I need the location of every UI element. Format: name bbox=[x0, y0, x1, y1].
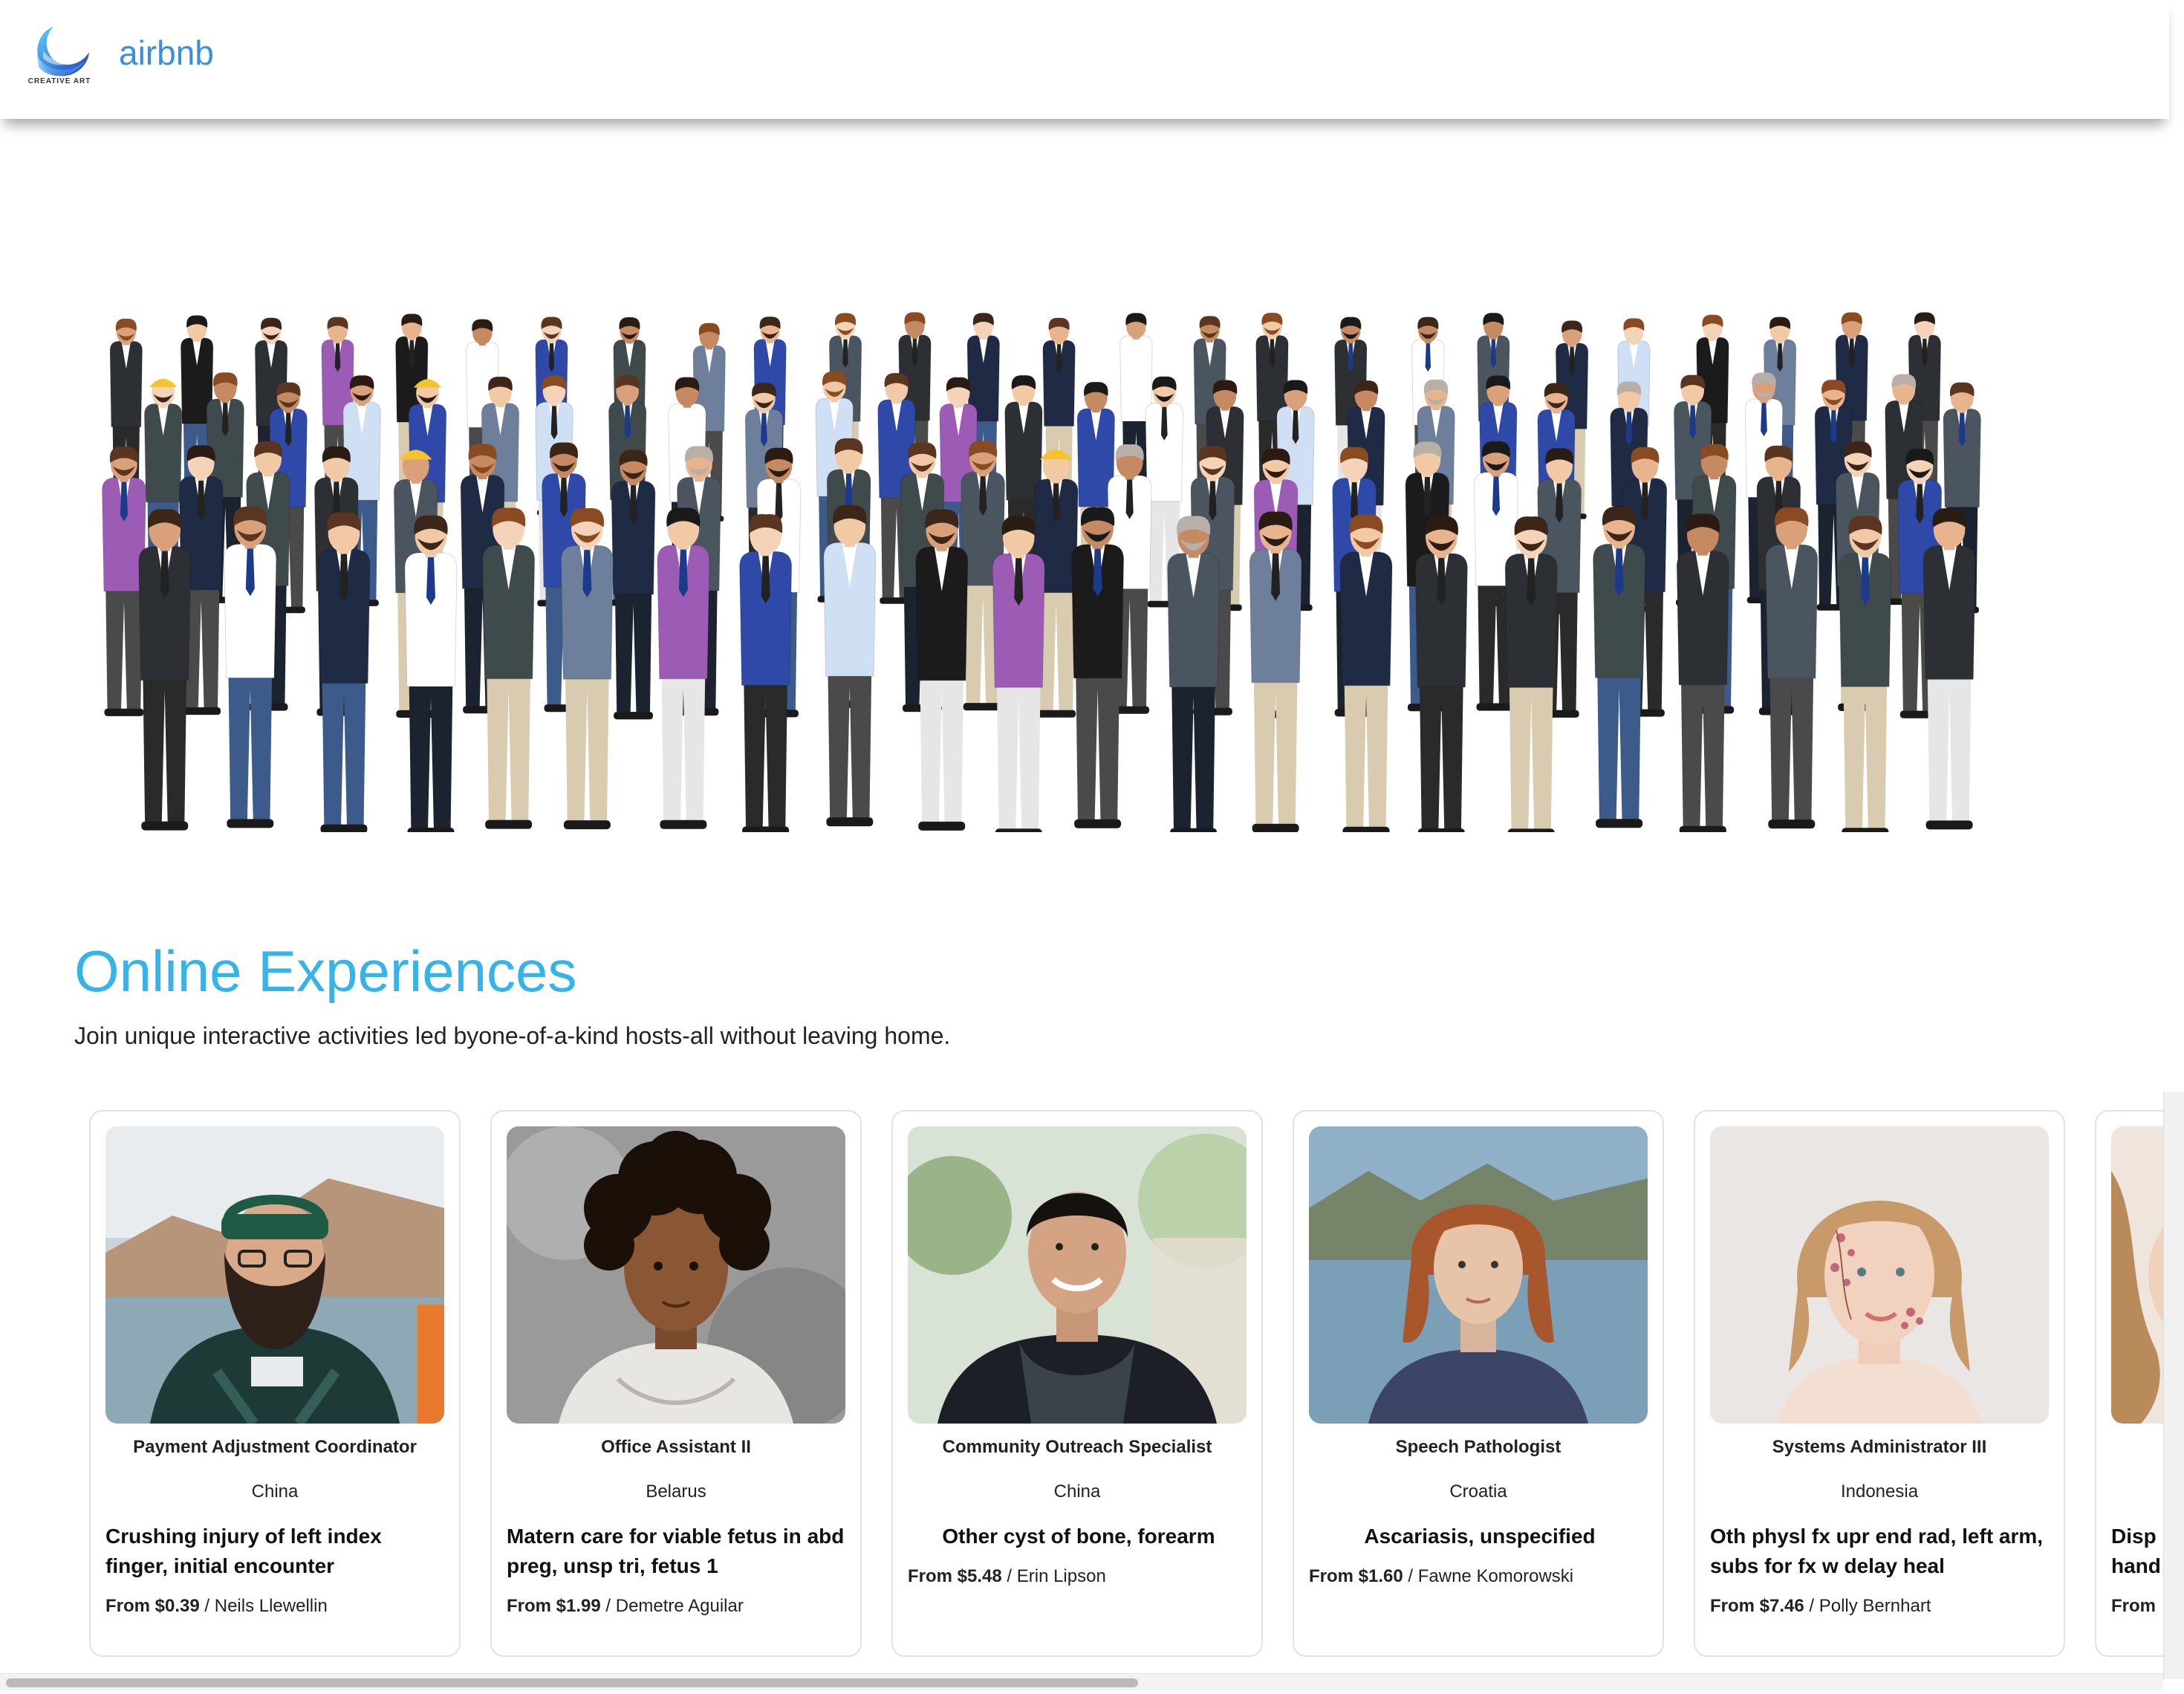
experience-card[interactable]: Payment Adjustment Coordinator China Cru… bbox=[89, 1110, 461, 1657]
card-title[interactable]: Matern care for viable fetus in abd preg… bbox=[507, 1522, 848, 1581]
crowd-person bbox=[823, 504, 877, 827]
card-country: Indonesia bbox=[1840, 1482, 1919, 1502]
card-price-line: From $5.48 / Erin Lipson bbox=[908, 1566, 1106, 1587]
card-host-role: Office Assistant II bbox=[601, 1437, 751, 1457]
card-photo[interactable] bbox=[908, 1126, 1247, 1424]
card-photo[interactable] bbox=[2111, 1126, 2163, 1424]
card-photo[interactable] bbox=[1710, 1126, 2049, 1424]
card-host-role: Community Outreach Specialist bbox=[942, 1437, 1212, 1457]
card-host-name: / Demetre Aguilar bbox=[600, 1596, 744, 1616]
crowd-person bbox=[317, 512, 371, 834]
crowd-person bbox=[138, 509, 192, 831]
crowd-person bbox=[1071, 507, 1125, 828]
experiences-carousel[interactable]: Payment Adjustment Coordinator China Cru… bbox=[0, 1107, 2163, 1672]
card-host-name: / Polly Bernhart bbox=[1804, 1596, 1931, 1616]
crowd-person bbox=[1167, 516, 1221, 837]
crowd-person bbox=[560, 507, 614, 830]
card-price-line: From bbox=[2111, 1596, 2156, 1617]
vertical-scrollbar[interactable] bbox=[2163, 1092, 2184, 1679]
crowd-person bbox=[1249, 511, 1302, 833]
card-price: From $5.48 bbox=[908, 1566, 1002, 1586]
experience-card[interactable]: Disp hand From bbox=[2095, 1110, 2163, 1657]
logo-caption: CREATIVE ART bbox=[27, 77, 91, 85]
card-photo[interactable] bbox=[507, 1126, 845, 1424]
card-host-role: Speech Pathologist bbox=[1395, 1437, 1561, 1457]
crowd-person bbox=[992, 516, 1045, 838]
card-price-line: From $7.46 / Polly Bernhart bbox=[1710, 1596, 1931, 1617]
card-title[interactable]: Ascariasis, unspecified bbox=[1309, 1522, 1651, 1551]
crowd-person bbox=[915, 509, 969, 831]
experience-card[interactable]: Systems Administrator III Indonesia Oth … bbox=[1694, 1110, 2065, 1657]
section-title: Online Experiences bbox=[74, 938, 577, 1004]
crowd-person bbox=[1923, 508, 1976, 830]
card-price-line: From $1.99 / Demetre Aguilar bbox=[507, 1596, 744, 1617]
card-country: Belarus bbox=[646, 1482, 706, 1502]
experience-card[interactable]: Community Outreach Specialist China Othe… bbox=[891, 1110, 1263, 1657]
crowd-person bbox=[1504, 516, 1558, 838]
crowd-person bbox=[1593, 506, 1646, 828]
carousel-scrollbar[interactable] bbox=[0, 1673, 2163, 1691]
card-price-line: From $0.39 / Neils Llewellin bbox=[105, 1596, 328, 1617]
crowd-person bbox=[1839, 515, 1892, 837]
card-price: From $1.60 bbox=[1309, 1566, 1403, 1586]
card-price: From $7.46 bbox=[1710, 1596, 1804, 1616]
card-country: Croatia bbox=[1449, 1482, 1507, 1502]
card-host-name: / Neils Llewellin bbox=[199, 1596, 328, 1616]
experience-card[interactable]: Speech Pathologist Croatia Ascariasis, u… bbox=[1293, 1110, 1664, 1657]
crowd-person bbox=[1339, 514, 1393, 836]
card-price: From $1.99 bbox=[507, 1596, 601, 1616]
crowd-person bbox=[1676, 513, 1729, 835]
crowd-person bbox=[404, 515, 458, 837]
card-host-name: / Erin Lipson bbox=[1001, 1566, 1106, 1586]
top-navbar: CREATIVE ART airbnb bbox=[0, 0, 2169, 119]
section-subtitle: Join unique interactive activities led b… bbox=[74, 1022, 951, 1049]
card-country: China bbox=[251, 1482, 299, 1502]
card-price: From bbox=[2111, 1596, 2156, 1616]
card-photo[interactable] bbox=[1309, 1126, 1648, 1424]
card-title[interactable]: Oth physl fx upr end rad, left arm, subs… bbox=[1710, 1522, 2052, 1581]
crowd-person bbox=[657, 507, 710, 829]
brand-name[interactable]: airbnb bbox=[119, 33, 214, 73]
card-host-name: / Fawne Komorowski bbox=[1403, 1566, 1574, 1586]
card-price: From $0.39 bbox=[105, 1596, 200, 1616]
card-photo[interactable] bbox=[105, 1126, 444, 1424]
card-title[interactable]: Other cyst of bone, forearm bbox=[908, 1522, 1249, 1551]
crowd-person bbox=[611, 450, 656, 720]
crowd-person bbox=[739, 513, 793, 836]
card-country: China bbox=[1053, 1482, 1101, 1502]
crowd-person bbox=[224, 507, 277, 828]
card-host-role: Payment Adjustment Coordinator bbox=[133, 1437, 417, 1457]
crowd-person bbox=[1414, 516, 1468, 838]
hero-crowd-image bbox=[97, 290, 2013, 838]
card-price-line: From $1.60 / Fawne Komorowski bbox=[1309, 1566, 1573, 1587]
card-host-role: Systems Administrator III bbox=[1772, 1437, 1987, 1457]
card-title[interactable]: Crushing injury of left index finger, in… bbox=[105, 1522, 447, 1581]
card-title[interactable]: Disp hand bbox=[2111, 1522, 2161, 1581]
crowd-person bbox=[1765, 507, 1819, 829]
carousel-scrollbar-thumb[interactable] bbox=[6, 1678, 1138, 1687]
crowd-person bbox=[482, 507, 536, 829]
experience-card[interactable]: Office Assistant II Belarus Matern care … bbox=[490, 1110, 862, 1657]
